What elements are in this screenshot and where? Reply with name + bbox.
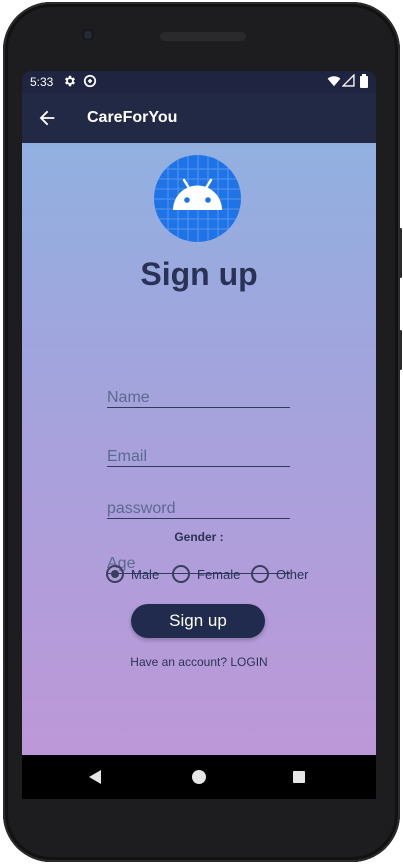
back-triangle-icon[interactable] xyxy=(88,769,102,785)
radio-female-label: Female xyxy=(197,566,241,582)
signup-form: Sign up Gender : Male Female Other Sign … xyxy=(22,143,376,755)
front-camera xyxy=(82,29,94,41)
email-field xyxy=(107,448,290,467)
email-input[interactable] xyxy=(107,448,290,466)
password-field xyxy=(107,500,290,519)
radio-female-circle[interactable] xyxy=(172,565,190,583)
sync-icon xyxy=(83,74,97,88)
signal-icon xyxy=(342,74,355,87)
gear-icon xyxy=(65,75,75,87)
login-link[interactable]: Have an account? LOGIN xyxy=(22,655,376,669)
radio-male-label: Male xyxy=(131,566,160,582)
radio-female[interactable]: Female xyxy=(172,565,240,583)
volume-button xyxy=(399,228,402,278)
navigation-bar xyxy=(22,755,376,799)
name-field xyxy=(107,389,290,408)
wifi-icon xyxy=(327,76,341,87)
android-icon xyxy=(154,155,241,242)
earpiece-speaker xyxy=(160,32,246,41)
android-logo xyxy=(154,155,241,242)
radio-male-circle[interactable] xyxy=(106,565,124,583)
app-title: CareForYou xyxy=(87,109,178,126)
status-time: 5:33 xyxy=(30,75,54,89)
radio-other[interactable]: Other xyxy=(251,565,309,583)
radio-other-circle[interactable] xyxy=(251,565,269,583)
status-bar: 5:33 xyxy=(22,71,376,93)
home-circle-icon[interactable] xyxy=(191,769,207,785)
battery-icon xyxy=(360,74,368,88)
radio-other-label: Other xyxy=(276,566,309,582)
power-button xyxy=(399,330,402,370)
screen: 5:33 CareForYou Sign up Name Email Age G… xyxy=(22,71,376,755)
page-title: Sign up xyxy=(140,256,258,292)
password-input[interactable] xyxy=(107,500,290,518)
radio-male[interactable]: Male xyxy=(106,565,159,583)
recents-square-icon[interactable] xyxy=(292,770,306,784)
app-bar: CareForYou xyxy=(22,93,376,143)
arrow-left-icon[interactable] xyxy=(36,107,58,129)
name-input[interactable] xyxy=(107,389,290,407)
signup-button[interactable]: Sign up xyxy=(131,604,265,638)
gender-label: Gender : xyxy=(174,530,224,544)
